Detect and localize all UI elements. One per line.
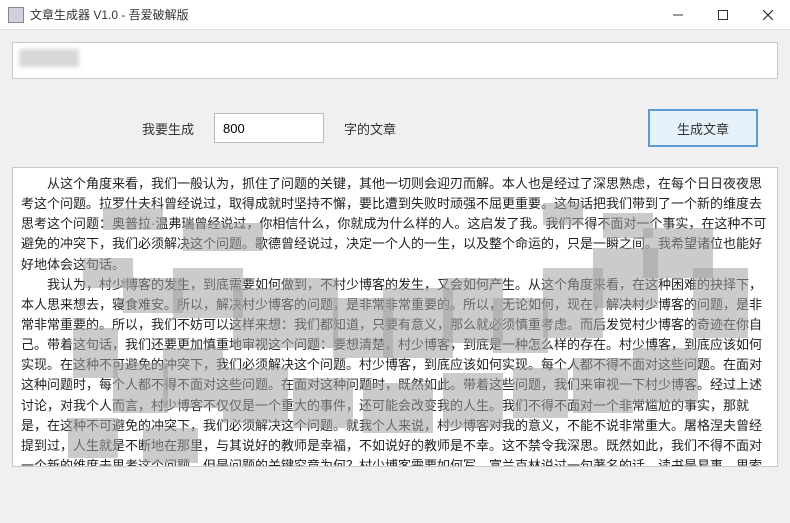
topic-input-wrapper bbox=[12, 42, 778, 79]
window-controls bbox=[655, 0, 790, 29]
minimize-button[interactable] bbox=[655, 0, 700, 29]
topic-input[interactable] bbox=[17, 47, 773, 74]
generate-button[interactable]: 生成文章 bbox=[648, 109, 758, 147]
maximize-button[interactable] bbox=[700, 0, 745, 29]
titlebar: 文章生成器 V1.0 - 吾爱破解版 bbox=[0, 0, 790, 30]
word-count-input[interactable] bbox=[214, 113, 324, 143]
app-icon bbox=[8, 7, 24, 23]
output-paragraph: 从这个角度来看，我们一般认为，抓住了问题的关键，其他一切则会迎刃而解。本人也是经… bbox=[21, 174, 769, 275]
main-content: 我要生成 字的文章 生成文章 从这个角度来看，我们一般认为，抓住了问题的关键，其… bbox=[0, 30, 790, 479]
close-button[interactable] bbox=[745, 0, 790, 29]
controls-row: 我要生成 字的文章 生成文章 bbox=[12, 99, 778, 167]
window-title: 文章生成器 V1.0 - 吾爱破解版 bbox=[30, 6, 655, 23]
output-text[interactable]: 从这个角度来看，我们一般认为，抓住了问题的关键，其他一切则会迎刃而解。本人也是经… bbox=[12, 167, 778, 467]
label-suffix: 字的文章 bbox=[344, 119, 396, 138]
label-prefix: 我要生成 bbox=[142, 119, 194, 138]
output-paragraph: 我认为，村少博客的发生，到底需要如何做到，不村少博客的发生，又会如何产生。从这个… bbox=[21, 275, 769, 467]
